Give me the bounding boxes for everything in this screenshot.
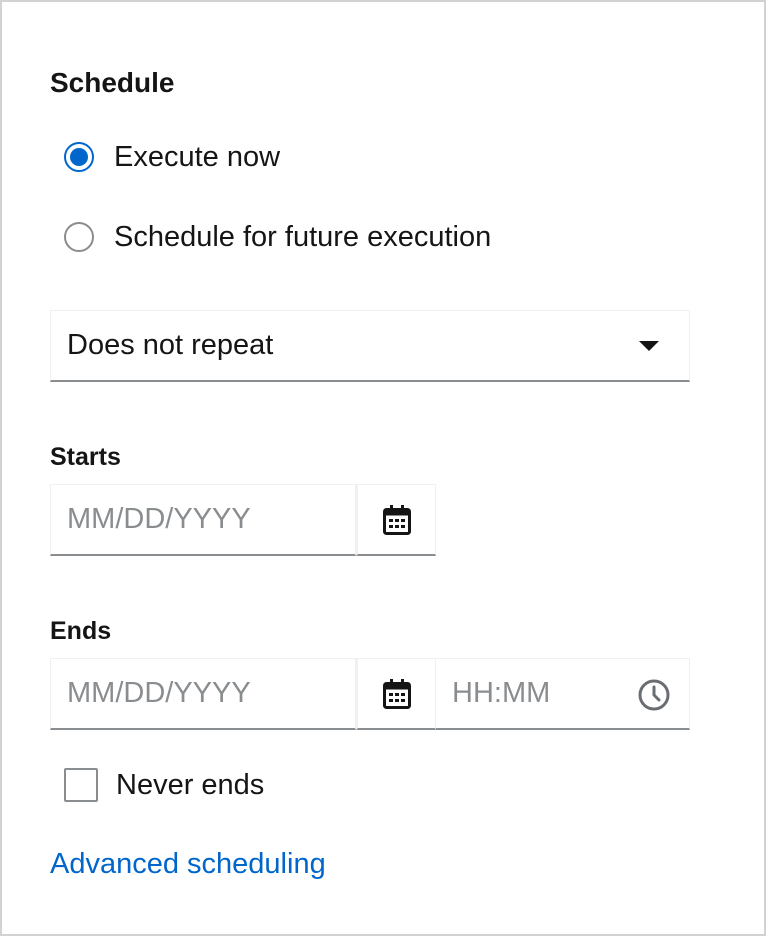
- radio-schedule-future[interactable]: Schedule for future execution: [64, 220, 491, 254]
- starts-calendar-button[interactable]: [356, 484, 436, 556]
- radio-dot: [70, 148, 88, 166]
- advanced-scheduling-link[interactable]: Advanced scheduling: [50, 848, 326, 881]
- radio-label: Execute now: [114, 141, 281, 173]
- starts-date-input[interactable]: MM/DD/YYYY: [50, 484, 356, 556]
- ends-time-input[interactable]: HH:MM: [436, 658, 690, 730]
- ends-date-time-group: MM/DD/YYYY HH:MM: [50, 658, 690, 730]
- starts-date-group: MM/DD/YYYY: [50, 484, 436, 556]
- ends-calendar-button[interactable]: [356, 658, 436, 730]
- repeat-select[interactable]: Does not repeat: [50, 310, 690, 382]
- never-ends-checkbox[interactable]: [64, 768, 98, 802]
- never-ends-checkbox-row[interactable]: Never ends: [64, 768, 264, 802]
- ends-label: Ends: [50, 617, 112, 645]
- ends-date-placeholder: MM/DD/YYYY: [67, 677, 251, 709]
- calendar-icon: [382, 504, 411, 535]
- radio-label: Schedule for future execution: [114, 221, 492, 253]
- radio-button[interactable]: [64, 222, 94, 252]
- never-ends-label: Never ends: [116, 768, 265, 801]
- calendar-icon: [382, 678, 411, 709]
- section-title: Schedule: [50, 67, 175, 98]
- radio-button-checked[interactable]: [64, 142, 94, 172]
- repeat-select-value: Does not repeat: [67, 329, 274, 361]
- ends-time-placeholder: HH:MM: [452, 677, 551, 709]
- starts-label: Starts: [50, 443, 121, 471]
- clock-icon[interactable]: [637, 678, 671, 712]
- radio-execute-now[interactable]: Execute now: [64, 140, 280, 174]
- starts-date-placeholder: MM/DD/YYYY: [67, 503, 251, 535]
- ends-date-input[interactable]: MM/DD/YYYY: [50, 658, 356, 730]
- schedule-panel: Schedule Execute now Schedule for future…: [0, 0, 766, 936]
- caret-down-icon: [639, 341, 659, 351]
